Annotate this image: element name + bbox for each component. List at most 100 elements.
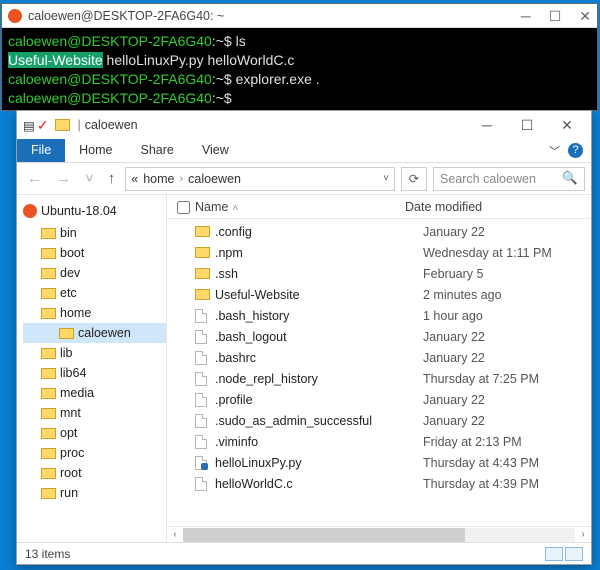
nav-back-button[interactable]: ← bbox=[23, 170, 46, 187]
list-item[interactable]: .npmWednesday at 1:11 PM bbox=[167, 242, 591, 263]
tree-item-dev[interactable]: dev bbox=[23, 263, 166, 283]
file-name: .bashrc bbox=[215, 351, 423, 365]
terminal-cmd: ls bbox=[236, 33, 246, 49]
address-bar-row: ← → ˅ ↑ « home › caloewen ˅ ⟳ Search cal… bbox=[17, 163, 591, 195]
tree-item-caloewen[interactable]: caloewen bbox=[23, 323, 166, 343]
terminal-line: Useful-Website helloLinuxPy.py helloWorl… bbox=[8, 51, 591, 70]
folder-icon bbox=[41, 468, 56, 479]
folder-icon bbox=[41, 388, 56, 399]
hscrollbar[interactable]: ‹ › bbox=[167, 526, 591, 542]
view-details-icon[interactable] bbox=[545, 547, 563, 561]
list-item[interactable]: .sshFebruary 5 bbox=[167, 263, 591, 284]
tree-item-label: boot bbox=[60, 246, 84, 260]
scroll-track[interactable] bbox=[183, 528, 575, 542]
chevron-right-icon: › bbox=[180, 173, 184, 185]
file-date: Wednesday at 1:11 PM bbox=[423, 246, 591, 260]
tree-item-label: mnt bbox=[60, 406, 81, 420]
breadcrumb-seg[interactable]: home bbox=[143, 172, 174, 186]
maximize-button[interactable]: ☐ bbox=[549, 9, 562, 23]
prompt-user: caloewen@DESKTOP-2FA6G40 bbox=[8, 33, 212, 49]
list-item[interactable]: .node_repl_historyThursday at 7:25 PM bbox=[167, 368, 591, 389]
tree-item-proc[interactable]: proc bbox=[23, 443, 166, 463]
list-item[interactable]: Useful-Website2 minutes ago bbox=[167, 284, 591, 305]
list-item[interactable]: .configJanuary 22 bbox=[167, 221, 591, 242]
minimize-button[interactable]: ─ bbox=[467, 117, 507, 134]
titlebar-sep: | bbox=[78, 118, 81, 132]
tree-item-lib[interactable]: lib bbox=[23, 343, 166, 363]
breadcrumb-seg[interactable]: caloewen bbox=[188, 172, 241, 186]
file-icon bbox=[195, 309, 207, 323]
terminal-line: caloewen@DESKTOP-2FA6G40:~$ bbox=[8, 89, 591, 108]
file-icon bbox=[195, 435, 207, 449]
ribbon-file-tab[interactable]: File bbox=[17, 139, 65, 162]
nav-forward-button[interactable]: → bbox=[52, 170, 75, 187]
ribbon-home-tab[interactable]: Home bbox=[65, 139, 126, 162]
tree-item-label: opt bbox=[60, 426, 77, 440]
nav-recent-button[interactable]: ˅ bbox=[81, 170, 98, 187]
tree-item-root[interactable]: root bbox=[23, 463, 166, 483]
scroll-right-icon[interactable]: › bbox=[575, 529, 591, 540]
address-dropdown-icon[interactable]: ˅ bbox=[383, 173, 389, 184]
close-button[interactable]: ✕ bbox=[579, 9, 591, 23]
tree-item-label: etc bbox=[60, 286, 77, 300]
close-button[interactable]: ✕ bbox=[547, 117, 587, 134]
file-name: Useful-Website bbox=[215, 288, 423, 302]
file-name: helloLinuxPy.py bbox=[215, 456, 423, 470]
ribbon-view-tab[interactable]: View bbox=[188, 139, 243, 162]
list-item[interactable]: .bash_logoutJanuary 22 bbox=[167, 326, 591, 347]
ribbon-collapse-icon[interactable]: ﹀ bbox=[549, 143, 560, 159]
refresh-button[interactable]: ⟳ bbox=[401, 167, 427, 191]
list-item[interactable]: .bashrcJanuary 22 bbox=[167, 347, 591, 368]
search-box[interactable]: Search caloewen 🔍 bbox=[433, 167, 585, 191]
terminal-line: caloewen@DESKTOP-2FA6G40:~$ ls bbox=[8, 32, 591, 51]
col-date[interactable]: Date modified bbox=[405, 200, 591, 214]
tree-item-mnt[interactable]: mnt bbox=[23, 403, 166, 423]
file-date: January 22 bbox=[423, 414, 591, 428]
list-item[interactable]: .bash_history1 hour ago bbox=[167, 305, 591, 326]
tree-item-media[interactable]: media bbox=[23, 383, 166, 403]
terminal-body[interactable]: caloewen@DESKTOP-2FA6G40:~$ ls Useful-We… bbox=[2, 28, 597, 112]
scroll-left-icon[interactable]: ‹ bbox=[167, 529, 183, 540]
tree-item-home[interactable]: home bbox=[23, 303, 166, 323]
nav-up-button[interactable]: ↑ bbox=[104, 170, 120, 187]
ribbon-share-tab[interactable]: Share bbox=[127, 139, 188, 162]
tree-item-boot[interactable]: boot bbox=[23, 243, 166, 263]
file-date: 2 minutes ago bbox=[423, 288, 591, 302]
tree-item-label: bin bbox=[60, 226, 77, 240]
tree-item-opt[interactable]: opt bbox=[23, 423, 166, 443]
terminal-titlebar[interactable]: caloewen@DESKTOP-2FA6G40: ~ ─ ☐ ✕ bbox=[2, 4, 597, 28]
view-thumbnails-icon[interactable] bbox=[565, 547, 583, 561]
explorer-titlebar[interactable]: ▤ ✓ | caloewen ─ ☐ ✕ bbox=[17, 111, 591, 139]
help-icon[interactable]: ? bbox=[568, 143, 583, 158]
address-bar[interactable]: « home › caloewen ˅ bbox=[125, 167, 395, 191]
col-name[interactable]: Name bbox=[195, 200, 228, 214]
list-item[interactable]: .sudo_as_admin_successfulJanuary 22 bbox=[167, 410, 591, 431]
list-item[interactable]: .profileJanuary 22 bbox=[167, 389, 591, 410]
maximize-button[interactable]: ☐ bbox=[507, 117, 547, 134]
folder-icon bbox=[195, 247, 210, 258]
tree-item-etc[interactable]: etc bbox=[23, 283, 166, 303]
column-headers[interactable]: Name˄ Date modified bbox=[167, 195, 591, 219]
tree-item-run[interactable]: run bbox=[23, 483, 166, 503]
folder-icon bbox=[41, 248, 56, 259]
file-date: Friday at 2:13 PM bbox=[423, 435, 591, 449]
file-icon bbox=[195, 393, 207, 407]
tree-item-lib64[interactable]: lib64 bbox=[23, 363, 166, 383]
file-date: Thursday at 4:43 PM bbox=[423, 456, 591, 470]
minimize-button[interactable]: ─ bbox=[521, 9, 531, 23]
file-rows[interactable]: .configJanuary 22.npmWednesday at 1:11 P… bbox=[167, 219, 591, 526]
tree-root[interactable]: Ubuntu-18.04 bbox=[23, 201, 166, 221]
list-item[interactable]: helloLinuxPy.pyThursday at 4:43 PM bbox=[167, 452, 591, 473]
prompt-path: ~ bbox=[216, 33, 224, 49]
tree-item-label: media bbox=[60, 386, 94, 400]
file-date: 1 hour ago bbox=[423, 309, 591, 323]
select-all-checkbox[interactable] bbox=[177, 201, 190, 214]
nav-tree[interactable]: Ubuntu-18.04 binbootdevetchomecaloewenli… bbox=[17, 195, 167, 542]
list-item[interactable]: helloWorldC.cThursday at 4:39 PM bbox=[167, 473, 591, 494]
file-name: helloWorldC.c bbox=[215, 477, 423, 491]
tree-item-bin[interactable]: bin bbox=[23, 223, 166, 243]
list-item[interactable]: .viminfoFriday at 2:13 PM bbox=[167, 431, 591, 452]
scroll-thumb[interactable] bbox=[183, 528, 465, 542]
file-name: .profile bbox=[215, 393, 423, 407]
search-icon: 🔍 bbox=[562, 171, 578, 186]
